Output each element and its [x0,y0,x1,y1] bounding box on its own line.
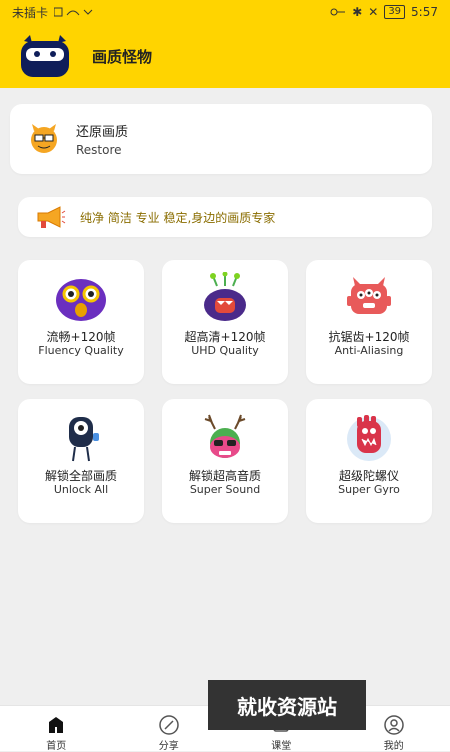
antenna-monster-icon [197,272,253,324]
restore-monster-icon [26,121,62,157]
feature-title: 解锁全部画质 [18,467,144,484]
feature-card-uhd[interactable]: 超高清+120帧 UHD Quality [162,260,288,384]
feature-title: 超级陀螺仪 [306,467,432,484]
profile-icon [383,714,405,736]
feature-title: 超高清+120帧 [162,328,288,345]
red-monster-icon [341,272,397,324]
app-title: 画质怪物 [92,46,152,67]
feature-card-unlock-all[interactable]: 解锁全部画质 Unlock All [18,399,144,523]
restore-subtitle: Restore [76,143,128,157]
compass-icon [158,714,180,736]
feature-title: 抗锯齿+120帧 [306,328,432,345]
sim-status: 未插卡 [12,4,48,21]
slogan-banner: 纯净 简洁 专业 稳定,身边的画质专家 [18,197,432,237]
slogan-text: 纯净 简洁 专业 稳定,身边的画质专家 [80,209,275,226]
feature-subtitle: Fluency Quality [18,344,144,357]
feature-card-super-sound[interactable]: 解锁超高音质 Super Sound [162,399,288,523]
bluetooth-icon: ✱ [352,5,362,19]
feature-card-antialiasing[interactable]: 抗锯齿+120帧 Anti-Aliasing [306,260,432,384]
mute-icon: ✕ [368,5,378,19]
clock: 5:57 [411,5,438,19]
one-eyed-monster-icon [53,411,109,463]
purple-monster-icon [53,272,109,324]
status-right: ✱ ✕ 39 5:57 [330,5,438,19]
hand-monster-icon [341,411,397,463]
feature-title: 解锁超高音质 [162,467,288,484]
home-icon [45,714,67,736]
restore-title: 还原画质 [76,121,128,140]
restore-text: 还原画质 Restore [76,121,128,157]
feature-card-fluency[interactable]: 流畅+120帧 Fluency Quality [18,260,144,384]
status-bar: 未插卡 ✱ ✕ 39 5:57 [0,0,450,24]
feature-subtitle: Anti-Aliasing [306,344,432,357]
feature-title: 流畅+120帧 [18,328,144,345]
feature-subtitle: Super Gyro [306,483,432,496]
feature-card-super-gyro[interactable]: 超级陀螺仪 Super Gyro [306,399,432,523]
key-icon [330,7,346,17]
signal-icon [54,6,98,18]
megaphone-icon [34,203,66,231]
app-bar: 画质怪物 [0,24,450,88]
antler-monster-icon [197,411,253,463]
nav-item-home[interactable]: 首页 [0,706,113,751]
feature-subtitle: UHD Quality [162,344,288,357]
feature-subtitle: Super Sound [162,483,288,496]
watermark: 就收资源站 [208,680,366,730]
restore-card[interactable]: 还原画质 Restore [10,104,432,174]
feature-subtitle: Unlock All [18,483,144,496]
battery-level: 39 [384,5,405,19]
monster-logo-icon [18,33,72,79]
status-left: 未插卡 [12,4,98,21]
